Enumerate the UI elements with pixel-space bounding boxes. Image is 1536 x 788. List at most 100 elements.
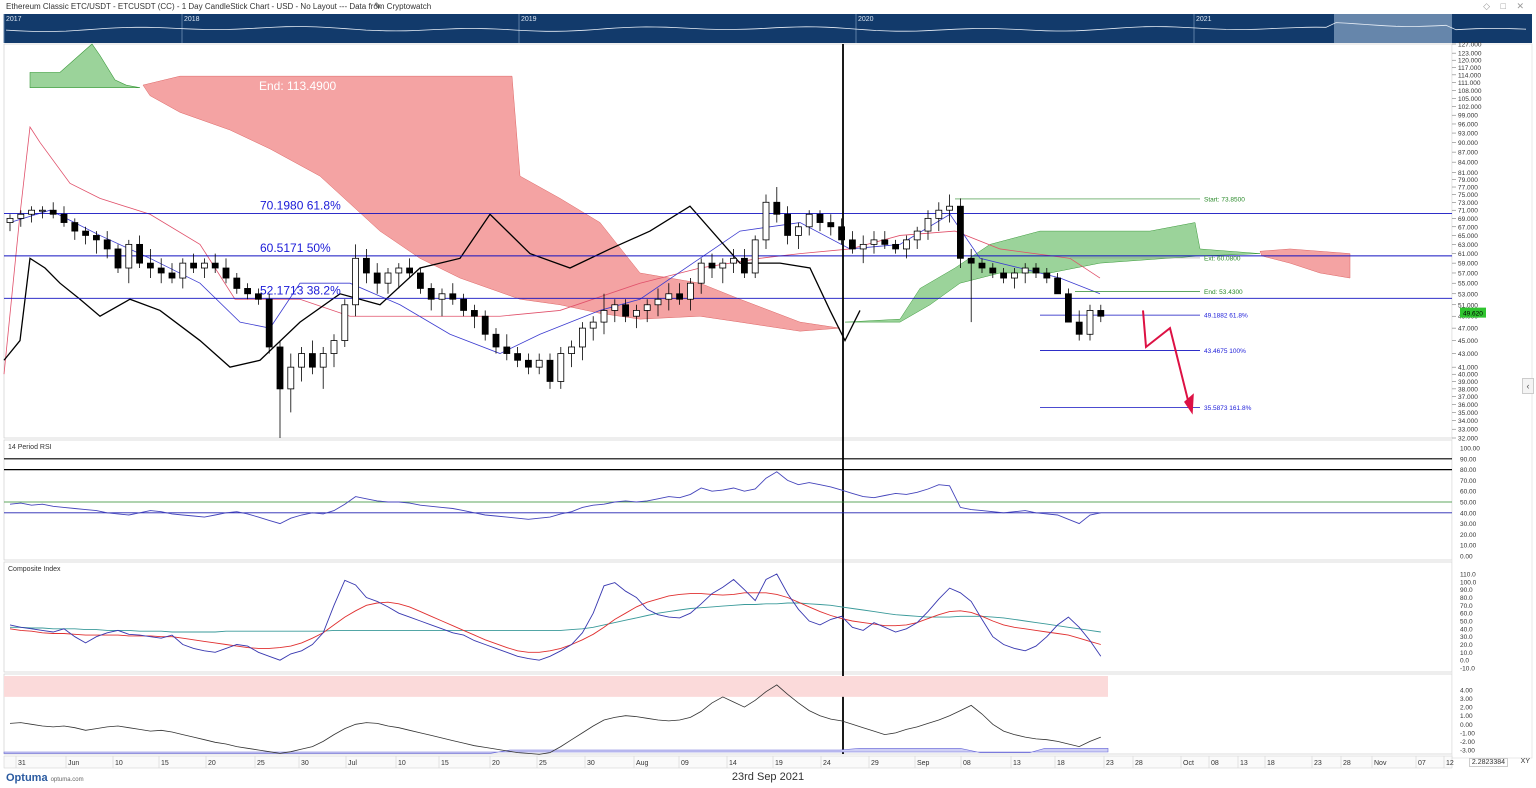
candle-body: [751, 239, 759, 274]
price-axis-label: 47.000: [1458, 326, 1478, 333]
rsi-axis-label: 80.00: [1460, 467, 1477, 474]
x-axis-label: 20: [208, 760, 216, 767]
candle-body: [125, 243, 133, 269]
chart-canvas[interactable]: 2017 2018 2019 2020 2021127.000123.000120.00…: [0, 0, 1536, 788]
x-axis-label: 13: [1013, 760, 1021, 767]
candle-body: [492, 333, 500, 348]
candle-body: [168, 272, 176, 279]
x-axis-label: 18: [1267, 760, 1275, 767]
candle-body: [82, 230, 89, 236]
price-axis-label: 73.000: [1458, 200, 1478, 207]
price-axis-label: 37.000: [1458, 394, 1478, 401]
x-axis-label: 09: [681, 760, 689, 767]
candle-body: [276, 346, 284, 390]
rsi-axis-label: 50.00: [1460, 500, 1477, 507]
candle-body: [1043, 272, 1051, 279]
candle-body: [697, 262, 705, 284]
price-axis-label: 84.000: [1458, 160, 1478, 167]
fib-extension-label: 35.5873 161.8%: [1204, 405, 1252, 412]
rsi-axis-label: 40.00: [1460, 510, 1477, 517]
candle-body: [773, 201, 781, 215]
rsi-panel-title: 14 Period RSI: [8, 444, 52, 451]
composite-axis-label: 20.0: [1460, 642, 1473, 649]
candle-body: [892, 243, 899, 250]
x-axis-label: Oct: [1183, 760, 1194, 767]
candle-body: [579, 327, 586, 348]
bull-cloud-left: [29, 43, 141, 88]
panel-frame: [3, 439, 1453, 561]
x-axis-label: Jun: [68, 760, 79, 767]
candle-body: [708, 262, 716, 269]
price-axis-label: 120.000: [1458, 58, 1482, 65]
price-axis-label: 32.000: [1458, 436, 1478, 443]
candle-body: [244, 288, 252, 295]
navigator-year-label: 2018: [184, 16, 200, 23]
candle-body: [114, 248, 122, 269]
last-price-label: 49.620: [1463, 311, 1483, 318]
composite-axis-label: 60.0: [1460, 611, 1473, 618]
price-axis-label: 90.000: [1458, 140, 1478, 147]
candle-body: [1032, 267, 1040, 274]
price-axis-label: 111.000: [1458, 80, 1481, 87]
candle-body: [784, 213, 791, 236]
composite-axis-label: 50.0: [1460, 619, 1473, 626]
candle-body: [157, 267, 165, 274]
composite-fast-ma-line: [9, 592, 1101, 653]
candle-body: [827, 222, 835, 228]
price-axis-label: 34.000: [1458, 418, 1478, 425]
candle-body: [1086, 310, 1094, 335]
candle-body: [449, 293, 457, 300]
rsi-axis-label: 10.00: [1460, 543, 1477, 550]
x-axis-label: 07: [1418, 760, 1426, 767]
price-axis-label: 35.000: [1458, 410, 1478, 417]
price-axis-label: 96.000: [1458, 121, 1478, 128]
rsi-axis-label: 60.00: [1460, 489, 1477, 496]
price-axis-label: 63.000: [1458, 242, 1478, 249]
candle-body: [719, 262, 727, 269]
candle-body: [600, 310, 608, 323]
xy-toggle-button[interactable]: XY: [1521, 758, 1530, 765]
candle-body: [362, 257, 370, 274]
candle-body: [6, 217, 14, 223]
panel-frame: [3, 561, 1453, 673]
x-axis-label: 18: [1057, 760, 1065, 767]
fib-retracement-label: 60.5171 50%: [260, 241, 331, 255]
price-axis-label: 53.000: [1458, 291, 1478, 298]
candle-body: [643, 304, 651, 311]
x-axis-label: 12: [1446, 760, 1454, 767]
candle-body: [254, 293, 262, 300]
rsi-axis-label: 20.00: [1460, 532, 1477, 539]
candle-body: [330, 340, 338, 354]
price-axis-label: 39.000: [1458, 379, 1478, 386]
projection-arrow-line: [1142, 310, 1191, 409]
x-axis-label: Nov: [1374, 760, 1387, 767]
rsi-axis-label: 70.00: [1460, 478, 1477, 485]
cloud-end-label: End: 113.4900: [259, 79, 337, 93]
navigator-year-label: 2019: [521, 16, 537, 23]
candle-body: [190, 262, 198, 269]
candle-body: [319, 353, 327, 368]
candle-body: [881, 239, 889, 245]
price-axis-label: 59.000: [1458, 261, 1478, 268]
candle-body: [384, 272, 392, 284]
extension-start-label: Start: 73.8500: [1204, 196, 1245, 203]
rsi-axis-label: 100.00: [1460, 446, 1480, 453]
candle-body: [39, 209, 46, 212]
collapse-panel-chevron-icon[interactable]: ‹: [1522, 378, 1534, 394]
price-axis-label: 38.000: [1458, 386, 1478, 393]
price-axis-label: 114.000: [1458, 72, 1481, 79]
optex-axis-label: -3.00: [1460, 748, 1475, 755]
x-axis-label: 08: [1211, 760, 1219, 767]
composite-axis-label: 80.0: [1460, 595, 1473, 602]
rsi-line: [9, 471, 1101, 525]
candle-body: [568, 346, 575, 354]
candle-body: [978, 262, 986, 269]
x-axis-label: 31: [18, 760, 26, 767]
candle-body: [503, 346, 511, 354]
candle-body: [103, 239, 111, 250]
candle-body: [406, 267, 414, 274]
price-axis-label: 105.000: [1458, 96, 1482, 103]
candle-body: [622, 304, 629, 317]
candle-body: [546, 359, 554, 382]
candle-body: [136, 243, 144, 264]
